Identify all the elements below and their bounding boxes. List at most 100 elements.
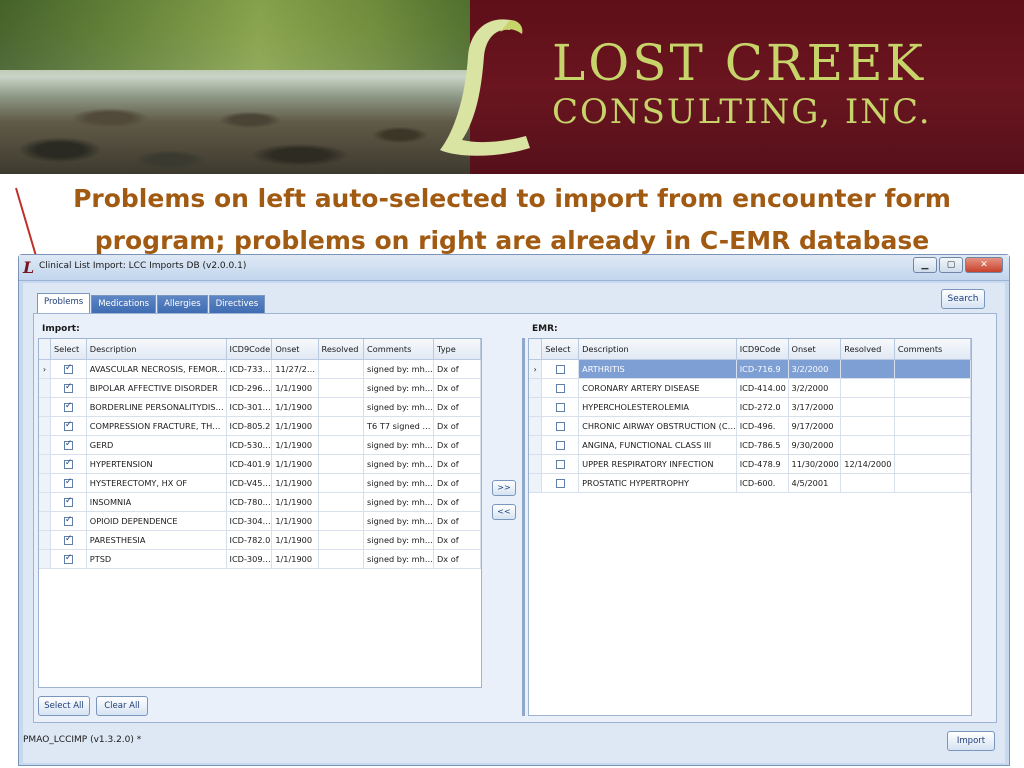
- select-checkbox[interactable]: [63, 363, 73, 374]
- table-row[interactable]: › ARTHRITIS ICD-716.9 3/2/2000: [529, 359, 971, 379]
- select-cell[interactable]: [541, 378, 580, 398]
- column-header-icd9code[interactable]: ICD9Code: [226, 339, 273, 360]
- select-cell[interactable]: [541, 435, 580, 455]
- clear-all-button[interactable]: Clear All: [96, 696, 148, 716]
- row-marker: [39, 530, 51, 550]
- import-button[interactable]: Import: [947, 731, 995, 751]
- table-row[interactable]: BIPOLAR AFFECTIVE DISORDERICD-296…1/1/19…: [39, 378, 481, 398]
- table-row[interactable]: COMPRESSION FRACTURE, TH…ICD-805.21/1/19…: [39, 416, 481, 436]
- cell-resolved: [318, 511, 365, 531]
- cell-onset: 1/1/1900: [271, 511, 319, 531]
- tab-allergies[interactable]: Allergies: [157, 295, 208, 313]
- select-checkbox[interactable]: [555, 440, 565, 450]
- select-checkbox[interactable]: [555, 364, 565, 374]
- select-cell[interactable]: [50, 511, 87, 531]
- minimize-icon[interactable]: ▁: [913, 257, 937, 273]
- select-cell[interactable]: [50, 416, 87, 436]
- column-header-description[interactable]: Description: [578, 339, 737, 360]
- cell-icd9: ICD-401.9: [226, 454, 273, 474]
- move-right-button[interactable]: >>: [492, 480, 516, 496]
- select-cell[interactable]: [50, 473, 87, 493]
- window-title: Clinical List Import: LCC Imports DB (v2…: [39, 261, 247, 271]
- select-cell[interactable]: [50, 492, 87, 512]
- table-row[interactable]: UPPER RESPIRATORY INFECTION ICD-478.9 11/3…: [529, 454, 971, 474]
- cell-onset: 1/1/1900: [271, 549, 319, 569]
- select-checkbox[interactable]: [63, 420, 73, 431]
- select-cell[interactable]: [50, 549, 87, 569]
- select-cell[interactable]: [541, 359, 580, 379]
- select-cell[interactable]: [541, 454, 580, 474]
- column-header-resolved[interactable]: Resolved: [840, 339, 895, 360]
- select-checkbox[interactable]: [63, 534, 73, 545]
- select-all-button[interactable]: Select All: [38, 696, 90, 716]
- table-row[interactable]: ANGINA, FUNCTIONAL CLASS III ICD-786.5 9/3…: [529, 435, 971, 455]
- table-row[interactable]: CHRONIC AIRWAY OBSTRUCTION (C… ICD-496. 9/…: [529, 416, 971, 436]
- problems-panel: Import: EMR: Select Description ICD9Code: [33, 313, 997, 723]
- cell-icd9: ICD-496.: [736, 416, 789, 436]
- column-header-resolved[interactable]: Resolved: [318, 339, 365, 360]
- select-checkbox[interactable]: [555, 383, 565, 393]
- table-row[interactable]: CORONARY ARTERY DISEASE ICD-414.00 3/2/200…: [529, 378, 971, 398]
- cell-comments: [894, 435, 971, 455]
- select-cell[interactable]: [50, 397, 87, 417]
- select-checkbox[interactable]: [63, 439, 73, 450]
- table-row[interactable]: PARESTHESIAICD-782.01/1/1900 signed by: m…: [39, 530, 481, 550]
- table-row[interactable]: GERDICD-530…1/1/1900 signed by: mh…Dx of: [39, 435, 481, 455]
- column-header-type[interactable]: Type: [433, 339, 481, 360]
- select-cell[interactable]: [541, 397, 580, 417]
- table-row[interactable]: HYPERTENSIONICD-401.91/1/1900 signed by: …: [39, 454, 481, 474]
- column-header-comments[interactable]: Comments: [894, 339, 971, 360]
- column-header-select[interactable]: Select: [50, 339, 87, 360]
- maximize-icon[interactable]: ▢: [939, 257, 963, 273]
- select-cell[interactable]: [50, 454, 87, 474]
- table-row[interactable]: INSOMNIAICD-780…1/1/1900 signed by: mh…Dx…: [39, 492, 481, 512]
- select-cell[interactable]: [541, 473, 580, 493]
- column-header-onset[interactable]: Onset: [271, 339, 319, 360]
- table-row[interactable]: HYSTERECTOMY, HX OFICD-V45…1/1/1900 signe…: [39, 473, 481, 493]
- row-marker: [529, 378, 543, 398]
- select-cell[interactable]: [50, 530, 87, 550]
- table-row[interactable]: PTSDICD-309…1/1/1900 signed by: mh…Dx of: [39, 549, 481, 569]
- table-row[interactable]: › AVASCULAR NECROSIS, FEMOR…ICD-733…11/27…: [39, 359, 481, 379]
- cell-description: AVASCULAR NECROSIS, FEMOR…: [86, 359, 227, 379]
- close-icon[interactable]: ✕: [965, 257, 1003, 273]
- select-cell[interactable]: [50, 378, 87, 398]
- table-row[interactable]: BORDERLINE PERSONALITYDIS…ICD-301…1/1/19…: [39, 397, 481, 417]
- select-checkbox[interactable]: [63, 401, 73, 412]
- column-header-comments[interactable]: Comments: [363, 339, 434, 360]
- cell-comments: signed by: mh…: [363, 473, 434, 493]
- tab-problems[interactable]: Problems: [37, 293, 91, 313]
- select-cell[interactable]: [50, 359, 87, 379]
- cell-icd9: ICD-805.2: [226, 416, 273, 436]
- cell-icd9: ICD-782.0: [226, 530, 273, 550]
- table-row[interactable]: OPIOID DEPENDENCEICD-304…1/1/1900 signed …: [39, 511, 481, 531]
- select-checkbox[interactable]: [63, 553, 73, 564]
- move-left-button[interactable]: <<: [492, 504, 516, 520]
- tab-directives[interactable]: Directives: [208, 295, 266, 313]
- select-checkbox[interactable]: [63, 496, 73, 507]
- row-marker: [529, 454, 543, 474]
- select-checkbox[interactable]: [63, 458, 73, 469]
- cell-comments: [894, 397, 971, 417]
- panel-splitter[interactable]: [522, 338, 525, 716]
- select-checkbox[interactable]: [63, 515, 73, 526]
- column-header-select[interactable]: Select: [541, 339, 580, 360]
- select-cell[interactable]: [541, 416, 580, 436]
- select-checkbox[interactable]: [555, 478, 565, 488]
- select-checkbox[interactable]: [555, 459, 565, 469]
- cell-comments: [894, 473, 971, 493]
- tab-medications[interactable]: Medications: [91, 295, 157, 313]
- select-checkbox[interactable]: [63, 382, 73, 393]
- select-checkbox[interactable]: [555, 402, 565, 412]
- column-header-onset[interactable]: Onset: [788, 339, 842, 360]
- column-header-description[interactable]: Description: [86, 339, 227, 360]
- table-row[interactable]: PROSTATIC HYPERTROPHY ICD-600. 4/5/2001: [529, 473, 971, 493]
- select-cell[interactable]: [50, 435, 87, 455]
- search-button[interactable]: Search: [941, 289, 985, 309]
- select-checkbox[interactable]: [555, 421, 565, 431]
- table-row[interactable]: HYPERCHOLESTEROLEMIA ICD-272.0 3/17/2000: [529, 397, 971, 417]
- cell-icd9: ICD-V45…: [226, 473, 273, 493]
- select-checkbox[interactable]: [63, 477, 73, 488]
- title-bar[interactable]: L Clinical List Import: LCC Imports DB (…: [19, 255, 1009, 281]
- column-header-icd9code[interactable]: ICD9Code: [736, 339, 789, 360]
